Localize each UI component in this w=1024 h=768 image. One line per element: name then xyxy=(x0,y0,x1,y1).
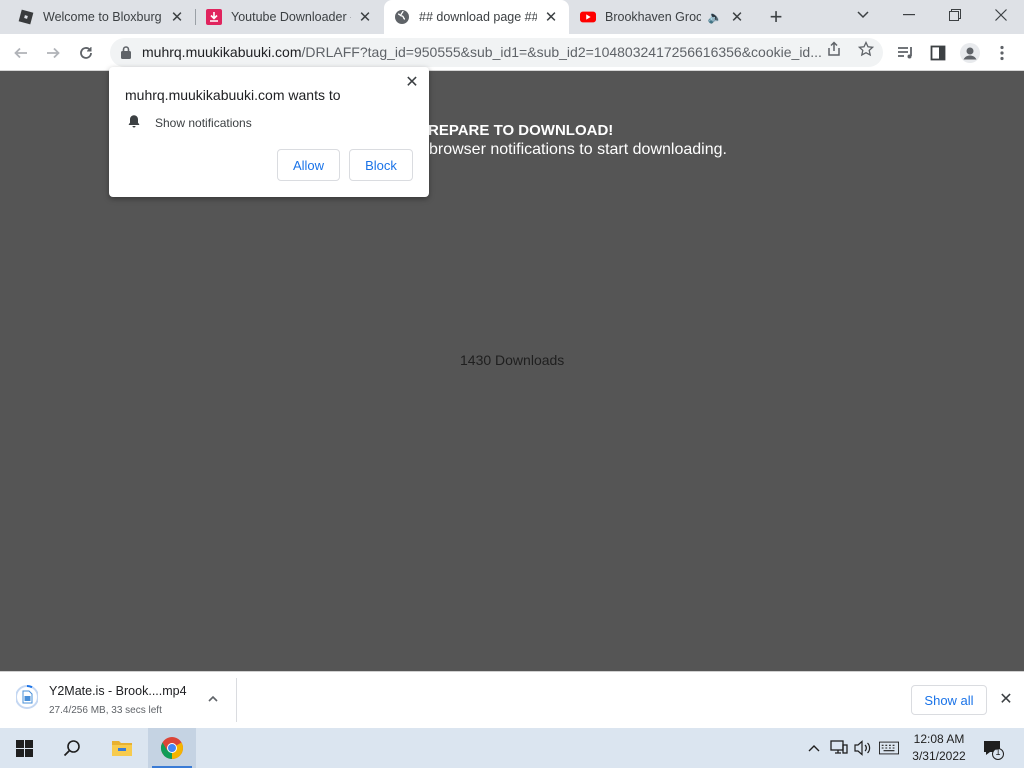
close-tab-icon[interactable]: ✕ xyxy=(729,9,745,26)
notification-badge-count: 1 xyxy=(995,747,1001,757)
screen: Welcome to Bloxburg - ✕ Youtube Download… xyxy=(0,0,1024,768)
reload-button[interactable] xyxy=(73,40,99,66)
roblox-icon xyxy=(18,9,34,25)
download-status: 27.4/256 MB, 33 secs left xyxy=(49,705,162,716)
media-controls-icon[interactable] xyxy=(893,40,919,66)
close-tab-icon[interactable]: ✕ xyxy=(543,9,559,26)
chrome-taskbar-button[interactable] xyxy=(148,728,196,768)
tab-title: Brookhaven Groce xyxy=(605,10,701,24)
new-tab-button[interactable]: + xyxy=(763,4,789,29)
permission-label: Show notifications xyxy=(155,116,252,130)
speaker-icon[interactable]: 🔈 xyxy=(707,9,723,25)
close-tab-icon[interactable]: ✕ xyxy=(169,9,185,26)
clock-date: 3/31/2022 xyxy=(912,749,966,763)
url-text[interactable]: muhrq.muukikabuuki.com/DRLAFF?tag_id=950… xyxy=(142,44,822,60)
forward-button[interactable] xyxy=(40,40,66,66)
back-button[interactable] xyxy=(8,40,34,66)
lock-icon[interactable] xyxy=(119,45,133,59)
download-file-name: Y2Mate.is - Brook....mp4 xyxy=(49,684,187,698)
globe-icon xyxy=(394,9,410,25)
allow-button[interactable]: Allow xyxy=(277,149,340,181)
page-headline: REPARE TO DOWNLOAD! xyxy=(428,122,614,139)
url-path: /DRLAFF?tag_id=950555&sub_id1=&sub_id2=1… xyxy=(301,44,822,60)
tab-bloxburg[interactable]: Welcome to Bloxburg - ✕ xyxy=(8,0,195,34)
folder-icon xyxy=(112,741,132,756)
tab-youtube-downloader[interactable]: Youtube Downloader - ✕ xyxy=(196,0,383,34)
show-hidden-icons-icon[interactable] xyxy=(804,739,824,757)
volume-icon[interactable] xyxy=(853,739,873,757)
shelf-divider xyxy=(236,678,237,722)
file-icon xyxy=(16,684,38,709)
more-menu-icon[interactable] xyxy=(989,40,1015,66)
bookmark-star-icon[interactable] xyxy=(857,40,875,58)
tab-strip: Welcome to Bloxburg - ✕ Youtube Download… xyxy=(0,0,1024,34)
download-site-icon xyxy=(206,9,222,25)
download-item[interactable]: Y2Mate.is - Brook....mp4 27.4/256 MB, 33… xyxy=(10,678,237,722)
close-tab-icon[interactable]: ✕ xyxy=(357,9,373,26)
back-arrow-icon xyxy=(14,47,27,59)
tab-title: Youtube Downloader - xyxy=(231,10,351,24)
close-window-icon[interactable] xyxy=(978,0,1024,30)
tab-search-icon[interactable] xyxy=(840,0,886,30)
side-panel-icon[interactable] xyxy=(925,40,951,66)
downloads-counter: 1430 Downloads xyxy=(460,352,565,368)
page-instruction: browser notifications to start downloadi… xyxy=(429,141,727,158)
browser-toolbar: muhrq.muukikabuuki.com/DRLAFF?tag_id=950… xyxy=(0,34,1024,71)
reload-icon xyxy=(80,47,92,59)
chevron-up-icon[interactable] xyxy=(206,692,220,706)
restore-icon[interactable] xyxy=(932,0,978,30)
show-all-button[interactable]: Show all xyxy=(911,685,987,715)
keyboard-icon[interactable] xyxy=(879,739,899,757)
file-explorer-button[interactable] xyxy=(98,728,146,768)
network-icon[interactable] xyxy=(829,739,849,757)
tab-brookhaven[interactable]: Brookhaven Groce 🔈 ✕ xyxy=(570,0,755,34)
search-button[interactable] xyxy=(48,728,96,768)
url-host: muhrq.muukikabuuki.com xyxy=(142,44,302,60)
start-button[interactable] xyxy=(0,728,48,768)
notification-center-button[interactable]: 1 xyxy=(982,738,1004,760)
bell-icon xyxy=(128,115,140,128)
tab-download-page[interactable]: ## download page ## ✕ xyxy=(384,0,569,34)
search-icon xyxy=(63,740,80,757)
tab-title: ## download page ## xyxy=(419,10,537,24)
youtube-icon xyxy=(580,9,596,25)
taskbar: 12:08 AM 3/31/2022 1 xyxy=(0,728,1024,768)
minimize-icon[interactable] xyxy=(886,0,932,30)
address-bar[interactable]: muhrq.muukikabuuki.com/DRLAFF?tag_id=950… xyxy=(110,38,883,67)
download-shelf: Y2Mate.is - Brook....mp4 27.4/256 MB, 33… xyxy=(0,671,1024,728)
close-icon[interactable]: ✕ xyxy=(404,74,420,91)
popup-title: muhrq.muukikabuuki.com wants to xyxy=(125,87,341,103)
chrome-icon xyxy=(161,737,183,759)
clock-time: 12:08 AM xyxy=(913,732,965,746)
notification-permission-popup: muhrq.muukikabuuki.com wants to ✕ Show n… xyxy=(109,67,429,197)
tab-title: Welcome to Bloxburg - xyxy=(43,10,163,24)
forward-arrow-icon xyxy=(47,47,60,59)
profile-avatar-icon[interactable] xyxy=(957,40,983,66)
share-icon[interactable] xyxy=(825,40,843,58)
block-button[interactable]: Block xyxy=(349,149,413,181)
clock[interactable]: 12:08 AM 3/31/2022 xyxy=(906,731,972,765)
close-shelf-icon[interactable]: ✕ xyxy=(997,690,1015,708)
windows-logo-icon xyxy=(15,739,33,757)
